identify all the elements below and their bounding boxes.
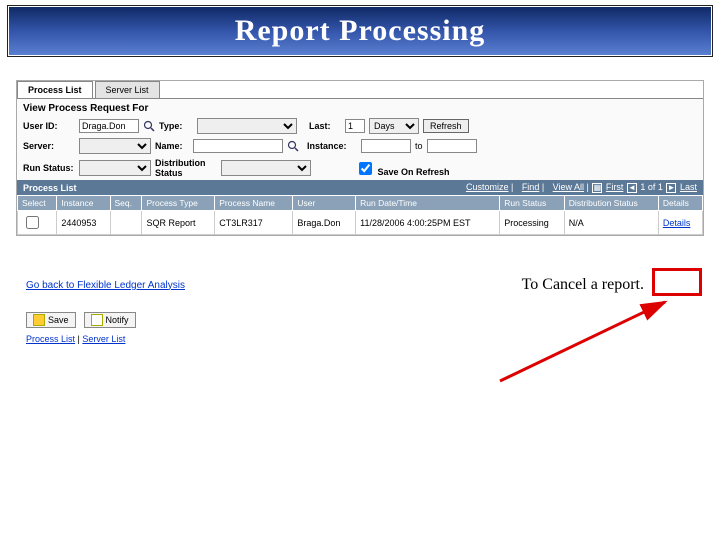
section-title: View Process Request For bbox=[17, 99, 703, 116]
grid-tools: Customize | Find | View All | ▦ First ◄ … bbox=[460, 182, 697, 193]
grid-header-row: Select Instance Seq. Process Type Proces… bbox=[18, 196, 703, 211]
row-count: 1 of 1 bbox=[640, 182, 663, 192]
lookup-icon[interactable] bbox=[287, 140, 299, 152]
cell-process-type: SQR Report bbox=[142, 211, 215, 235]
last-unit-select[interactable]: Days bbox=[369, 118, 419, 134]
server-label: Server: bbox=[23, 141, 75, 151]
user-id-label: User ID: bbox=[23, 121, 75, 131]
process-request-panel: Process List Server List View Process Re… bbox=[16, 80, 704, 236]
bottom-process-list-link[interactable]: Process List bbox=[26, 334, 75, 344]
first-label[interactable]: First bbox=[606, 182, 624, 192]
refresh-button[interactable]: Refresh bbox=[423, 119, 469, 133]
cell-select[interactable] bbox=[18, 211, 57, 235]
grid-title: Process List bbox=[23, 183, 77, 193]
cancel-annotation: To Cancel a report. bbox=[522, 276, 644, 294]
col-seq[interactable]: Seq. bbox=[110, 196, 142, 211]
cell-user: Braga.Don bbox=[293, 211, 356, 235]
run-status-select[interactable] bbox=[79, 160, 151, 176]
prev-icon[interactable]: ◄ bbox=[627, 183, 637, 193]
name-input[interactable] bbox=[193, 139, 283, 153]
dist-status-label: Distribution Status bbox=[155, 158, 217, 178]
filter-row-2: Server: Name: Instance: to bbox=[17, 136, 703, 156]
row-checkbox[interactable] bbox=[26, 216, 39, 229]
save-label: Save bbox=[48, 315, 69, 325]
notify-button[interactable]: Notify bbox=[84, 312, 136, 328]
save-on-refresh-wrap: Save On Refresh bbox=[355, 159, 450, 178]
page-title: Report Processing bbox=[235, 14, 486, 48]
cell-run-status: Processing bbox=[500, 211, 565, 235]
tab-strip: Process List Server List bbox=[17, 81, 703, 99]
footer-row: Go back to Flexible Ledger Analysis To C… bbox=[26, 276, 704, 294]
col-select[interactable]: Select bbox=[18, 196, 57, 211]
title-banner: Report Processing bbox=[8, 6, 712, 56]
name-label: Name: bbox=[155, 141, 189, 151]
dist-status-select[interactable] bbox=[221, 160, 311, 176]
grid-toolbar: Process List Customize | Find | View All… bbox=[17, 180, 703, 195]
cell-instance: 2440953 bbox=[57, 211, 110, 235]
cell-dist-status: N/A bbox=[564, 211, 658, 235]
col-instance[interactable]: Instance bbox=[57, 196, 110, 211]
instance-to-input[interactable] bbox=[427, 139, 477, 153]
instance-from-input[interactable] bbox=[361, 139, 411, 153]
find-link[interactable]: Find bbox=[522, 182, 540, 192]
customize-link[interactable]: Customize bbox=[466, 182, 509, 192]
cell-process-name: CT3LR317 bbox=[215, 211, 293, 235]
bottom-server-list-link[interactable]: Server List bbox=[82, 334, 125, 344]
save-icon bbox=[33, 314, 45, 326]
to-label: to bbox=[415, 141, 423, 151]
type-label: Type: bbox=[159, 121, 193, 131]
last-label: Last: bbox=[309, 121, 341, 131]
save-on-refresh-label: Save On Refresh bbox=[378, 167, 450, 177]
details-link[interactable]: Details bbox=[663, 218, 691, 228]
save-button[interactable]: Save bbox=[26, 312, 76, 328]
cell-run-datetime: 11/28/2006 4:00:25PM EST bbox=[356, 211, 500, 235]
table-row: 2440953 SQR Report CT3LR317 Braga.Don 11… bbox=[18, 211, 703, 235]
save-on-refresh-checkbox[interactable] bbox=[359, 162, 372, 175]
instance-label: Instance: bbox=[307, 141, 357, 151]
last-label[interactable]: Last bbox=[680, 182, 697, 192]
notify-label: Notify bbox=[106, 315, 129, 325]
col-dist-status[interactable]: Distribution Status bbox=[564, 196, 658, 211]
run-status-label: Run Status: bbox=[23, 163, 75, 173]
type-select[interactable] bbox=[197, 118, 297, 134]
notify-icon bbox=[91, 314, 103, 326]
col-run-datetime[interactable]: Run Date/Time bbox=[356, 196, 500, 211]
server-select[interactable] bbox=[79, 138, 151, 154]
cell-details: Details bbox=[658, 211, 702, 235]
filter-row-3: Run Status: Distribution Status Save On … bbox=[17, 156, 703, 180]
tab-server-list[interactable]: Server List bbox=[95, 81, 160, 98]
next-icon[interactable]: ► bbox=[666, 183, 676, 193]
col-run-status[interactable]: Run Status bbox=[500, 196, 565, 211]
filter-row-1: User ID: Type: Last: Days Refresh bbox=[17, 116, 703, 136]
bottom-nav: Process List | Server List bbox=[26, 334, 704, 344]
col-details[interactable]: Details bbox=[658, 196, 702, 211]
view-all-link[interactable]: View All bbox=[553, 182, 584, 192]
process-grid: Select Instance Seq. Process Type Proces… bbox=[17, 195, 703, 235]
col-process-name[interactable]: Process Name bbox=[215, 196, 293, 211]
col-process-type[interactable]: Process Type bbox=[142, 196, 215, 211]
tab-process-list[interactable]: Process List bbox=[17, 81, 93, 98]
col-user[interactable]: User bbox=[293, 196, 356, 211]
user-id-input[interactable] bbox=[79, 119, 139, 133]
last-input[interactable] bbox=[345, 119, 365, 133]
go-back-link[interactable]: Go back to Flexible Ledger Analysis bbox=[26, 280, 185, 291]
lookup-icon[interactable] bbox=[143, 120, 155, 132]
action-buttons: Save Notify bbox=[26, 312, 704, 328]
download-icon[interactable]: ▦ bbox=[592, 183, 602, 193]
cell-seq bbox=[110, 211, 142, 235]
